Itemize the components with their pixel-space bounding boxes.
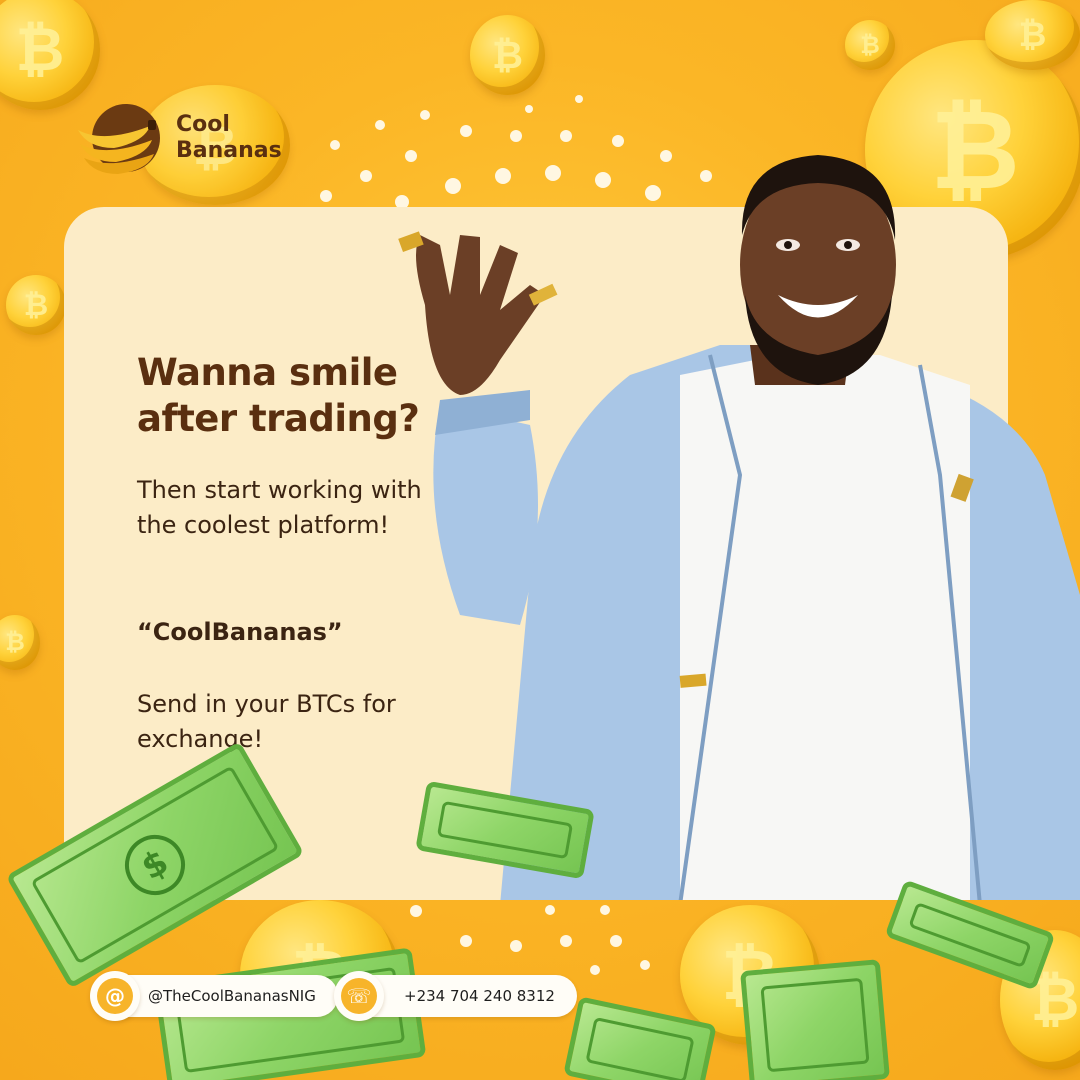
brand-name-line2: Bananas <box>176 138 282 163</box>
brand-name-line1: Cool <box>176 112 230 137</box>
smiling-man-photo <box>398 155 1080 900</box>
bitcoin-coin-icon: ₿ <box>845 20 895 70</box>
phone-number[interactable]: ☏ +234 704 240 8312 <box>334 971 577 1021</box>
social-handle-text: @TheCoolBananasNIG <box>148 987 316 1005</box>
bitcoin-coin-icon: ₿ <box>0 615 40 670</box>
phone-icon: ☏ <box>334 971 384 1021</box>
bitcoin-coin-icon: ₿ <box>470 15 545 95</box>
bitcoin-coin-icon: ₿ <box>0 0 100 110</box>
at-sign-icon: @ <box>90 971 140 1021</box>
banana-bunch-icon <box>78 104 160 174</box>
social-handle[interactable]: @ @TheCoolBananasNIG <box>90 971 338 1021</box>
brand-logo: Cool Bananas <box>74 100 282 176</box>
headline: Wanna smile after trading? <box>137 351 420 440</box>
cta-text: Send in your BTCs for exchange! <box>137 690 396 753</box>
intro-text: Then start working with the coolest plat… <box>137 476 422 539</box>
bitcoin-coin-icon: ₿ <box>6 275 66 335</box>
dollar-bill-icon <box>740 959 890 1080</box>
phone-number-text: +234 704 240 8312 <box>404 987 555 1005</box>
bitcoin-coin-icon: ₿ <box>985 0 1080 70</box>
brand-name: Cool Bananas <box>176 112 282 164</box>
brand-quote: “CoolBananas” <box>137 618 343 646</box>
